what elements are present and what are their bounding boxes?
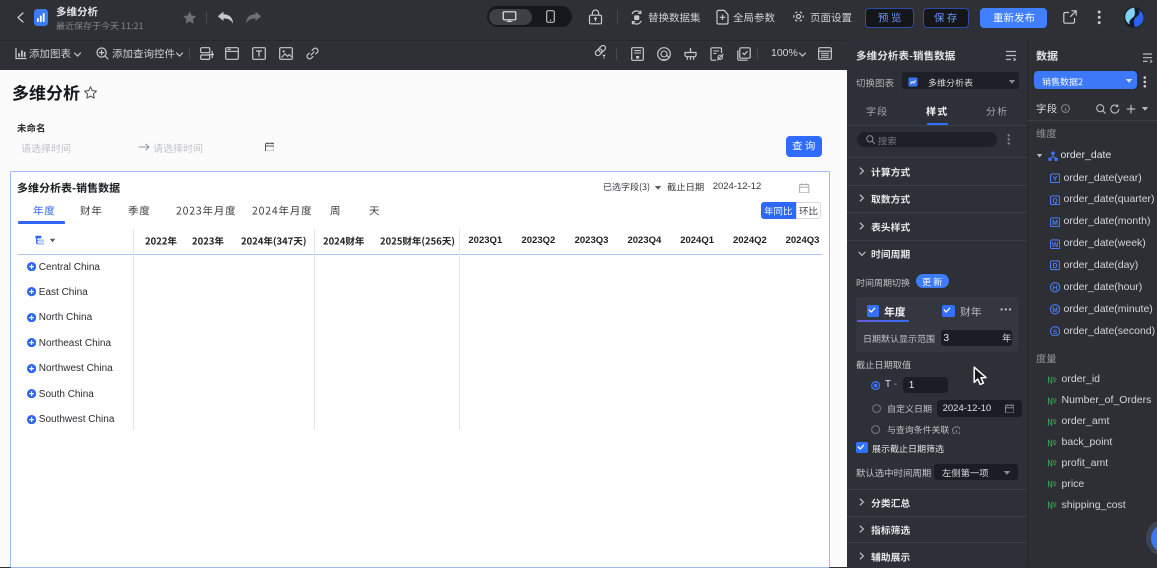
svg-text:Y: Y	[1052, 176, 1057, 183]
svg-text:M: M	[1052, 220, 1058, 227]
svg-text:M: M	[1052, 307, 1058, 314]
svg-text:Q: Q	[1052, 198, 1058, 205]
svg-text:D: D	[1052, 263, 1057, 270]
svg-text:H: H	[1052, 285, 1057, 292]
svg-text:S: S	[1052, 329, 1057, 336]
svg-text:W: W	[1051, 242, 1058, 249]
